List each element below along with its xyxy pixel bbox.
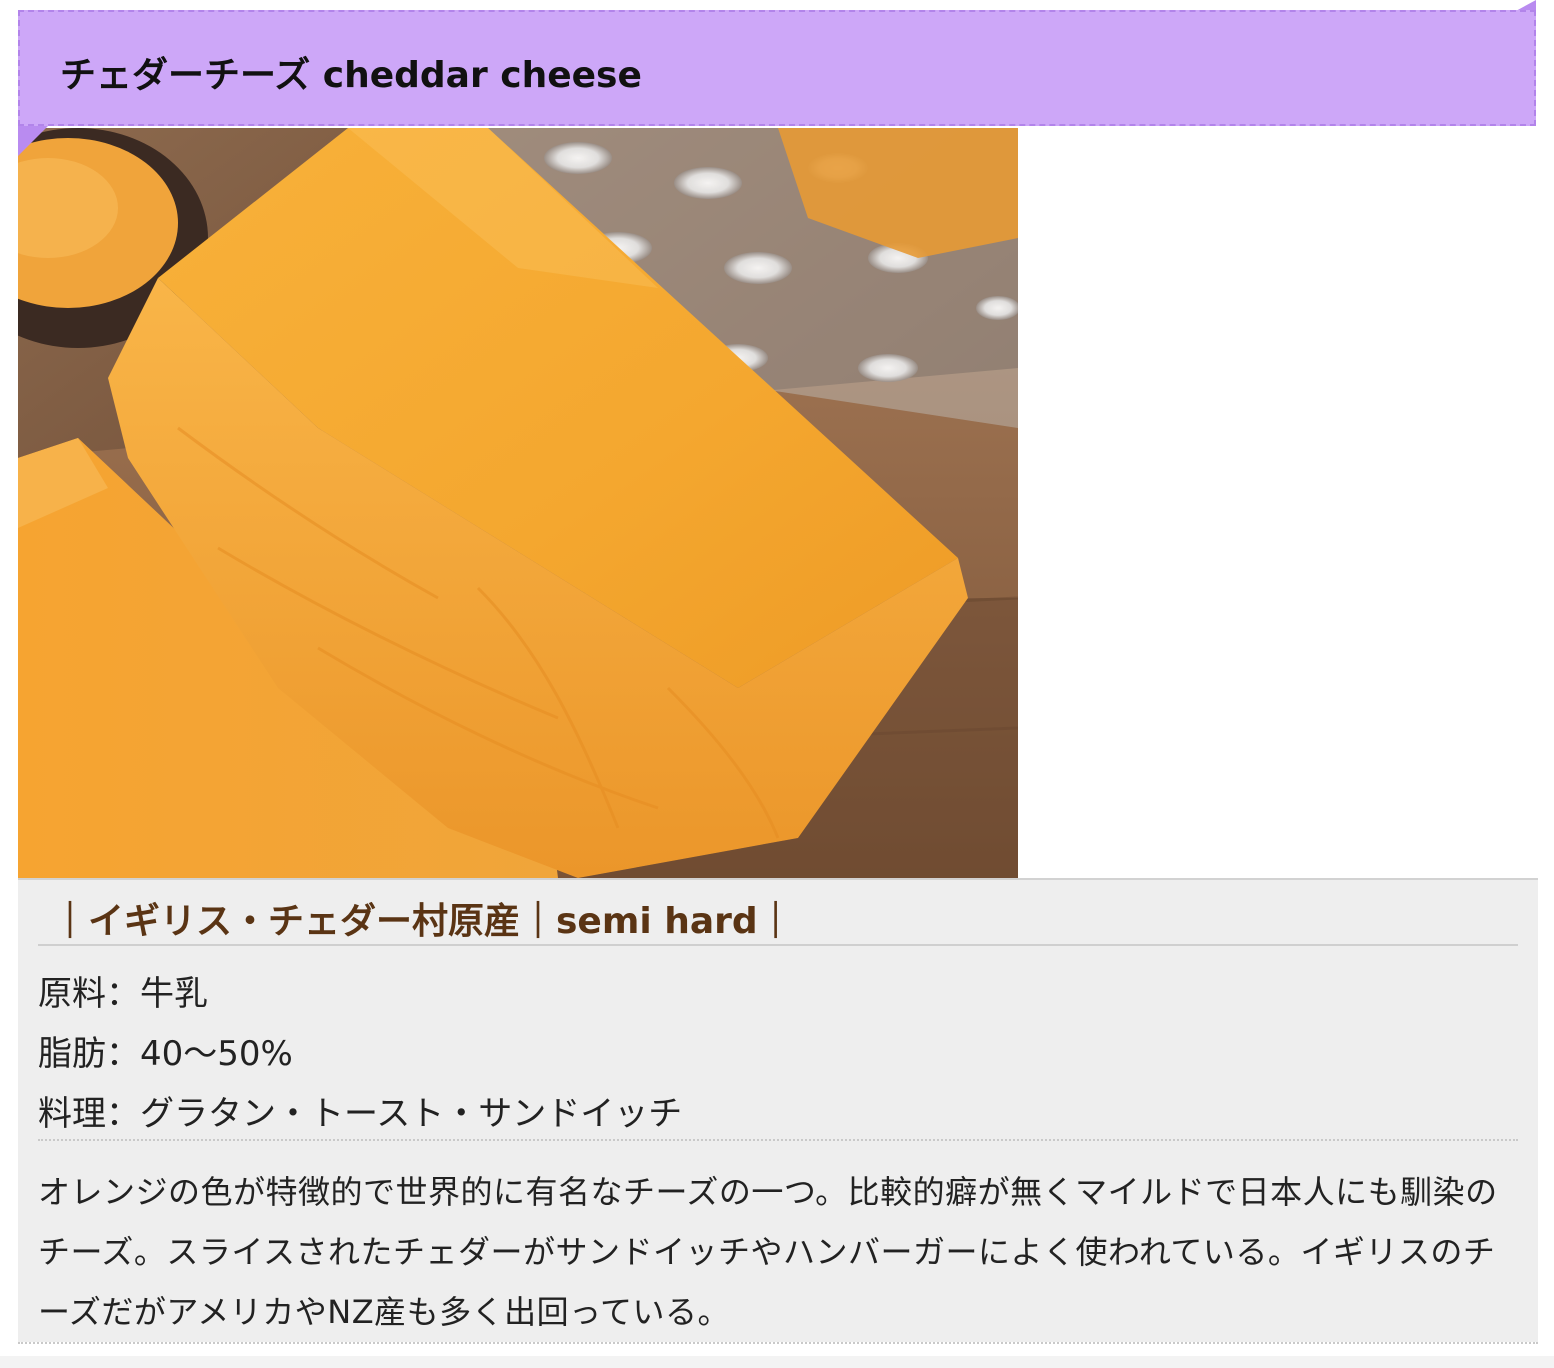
description: オレンジの色が特徴的で世界的に有名なチーズの一つ。比較的癖が無くマイルドで日本人… (38, 1173, 1498, 1331)
cheese-illustration (18, 128, 1018, 878)
title-bar: チェダーチーズ cheddar cheese (18, 10, 1536, 126)
ribbon-fold-left (18, 126, 48, 156)
spec-ingredient: 原料：牛乳 (38, 974, 208, 1014)
footer-strip (0, 1356, 1554, 1368)
page-title: チェダーチーズ cheddar cheese (60, 55, 642, 96)
bottom-divider (18, 1342, 1538, 1344)
info-panel: ｜イギリス・チェダー村原産｜semi hard｜ 原料：牛乳 脂肪：40〜50%… (18, 878, 1538, 1342)
cheddar-cheese-photo (18, 128, 1018, 878)
spec-dishes: 料理：グラタン・トースト・サンドイッチ (38, 1094, 683, 1134)
spec-fat: 脂肪：40〜50% (38, 1034, 293, 1074)
dotted-divider (38, 1139, 1518, 1141)
cheese-card: チェダーチーズ cheddar cheese ｜イギリス・チェダー村原産｜sem… (0, 0, 1554, 1368)
divider (38, 944, 1518, 946)
origin-subtitle: ｜イギリス・チェダー村原産｜semi hard｜ (52, 901, 794, 942)
